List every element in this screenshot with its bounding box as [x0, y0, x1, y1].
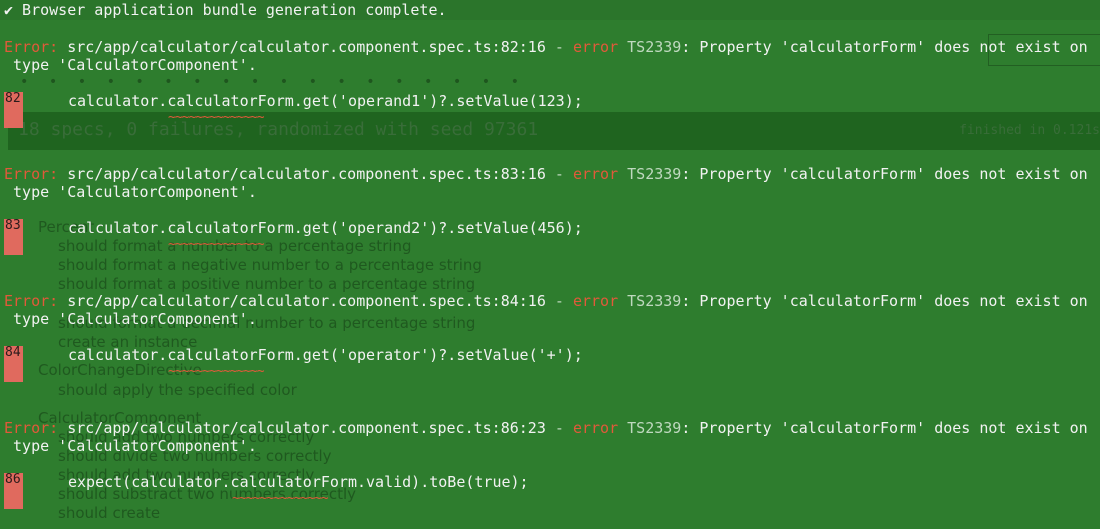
error-message: : Property 'calculatorForm' does not exi… [681, 292, 1088, 310]
error-squiggle: ~~~~~~~~~~~~~~ [232, 491, 329, 506]
error-message-continued: type 'CalculatorComponent'. [4, 183, 257, 201]
background-summary-text: 18 specs, 0 failures, randomized with se… [18, 119, 539, 140]
error-source-line: calculator.calculatorForm.get('operator'… [68, 346, 583, 364]
error-kind: error [572, 292, 619, 310]
error-location[interactable]: src/app/calculator/calculator.component.… [67, 38, 546, 56]
error-kind: error [572, 165, 619, 183]
error-message: : Property 'calculatorForm' does not exi… [681, 419, 1088, 437]
error-message: : Property 'calculatorForm' does not exi… [681, 38, 1088, 56]
error-header: Error: src/app/calculator/calculator.com… [4, 165, 1088, 183]
line-number-badge: 83 [4, 219, 23, 255]
error-header: Error: src/app/calculator/calculator.com… [4, 38, 1088, 56]
background-spec-line: should apply the specified color [58, 381, 297, 399]
error-squiggle: ~~~~~~~~~~~~~~ [168, 364, 265, 379]
error-separator: - [545, 38, 573, 56]
error-kind: error [572, 419, 619, 437]
background-spec-dots: • • • • • • • • • • • • • • • • • • [20, 74, 526, 90]
background-spec-line: should format a positive number to a per… [58, 275, 476, 293]
error-separator: - [545, 419, 573, 437]
error-header: Error: src/app/calculator/calculator.com… [4, 419, 1088, 437]
error-squiggle: ~~~~~~~~~~~~~~ [168, 110, 265, 125]
error-location[interactable]: src/app/calculator/calculator.component.… [67, 292, 546, 310]
error-label: Error: [4, 292, 59, 310]
error-header: Error: src/app/calculator/calculator.com… [4, 292, 1088, 310]
error-message-continued: type 'CalculatorComponent'. [4, 56, 257, 74]
error-code: TS2339 [627, 165, 682, 183]
error-label: Error: [4, 165, 59, 183]
error-code: TS2339 [627, 419, 682, 437]
error-separator: - [545, 292, 573, 310]
error-code: TS2339 [627, 292, 682, 310]
error-location[interactable]: src/app/calculator/calculator.component.… [67, 419, 546, 437]
error-squiggle: ~~~~~~~~~~~~~~ [168, 237, 265, 252]
background-finished-time: finished in 0.121s [959, 123, 1100, 138]
line-number-badge: 84 [4, 346, 23, 382]
build-status-text: ✔ Browser application bundle generation … [4, 1, 447, 19]
background-spec-line: should format a negative number to a per… [58, 256, 482, 274]
error-source-line: expect(calculator.calculatorForm.valid).… [68, 473, 529, 491]
error-code: TS2339 [627, 38, 682, 56]
error-kind: error [572, 38, 619, 56]
error-message-continued: type 'CalculatorComponent'. [4, 437, 257, 455]
line-number-badge: 82 [4, 92, 23, 128]
error-label: Error: [4, 38, 59, 56]
build-status-bar: ✔ Browser application bundle generation … [0, 0, 1100, 20]
error-location[interactable]: src/app/calculator/calculator.component.… [67, 165, 546, 183]
error-separator: - [545, 165, 573, 183]
error-message-continued: type 'CalculatorComponent'. [4, 310, 257, 328]
line-number-badge: 86 [4, 473, 23, 509]
error-source-line: calculator.calculatorForm.get('operand1'… [68, 92, 583, 110]
error-message: : Property 'calculatorForm' does not exi… [681, 165, 1088, 183]
error-source-line: calculator.calculatorForm.get('operand2'… [68, 219, 583, 237]
error-label: Error: [4, 419, 59, 437]
background-spec-line: should create [58, 504, 161, 522]
